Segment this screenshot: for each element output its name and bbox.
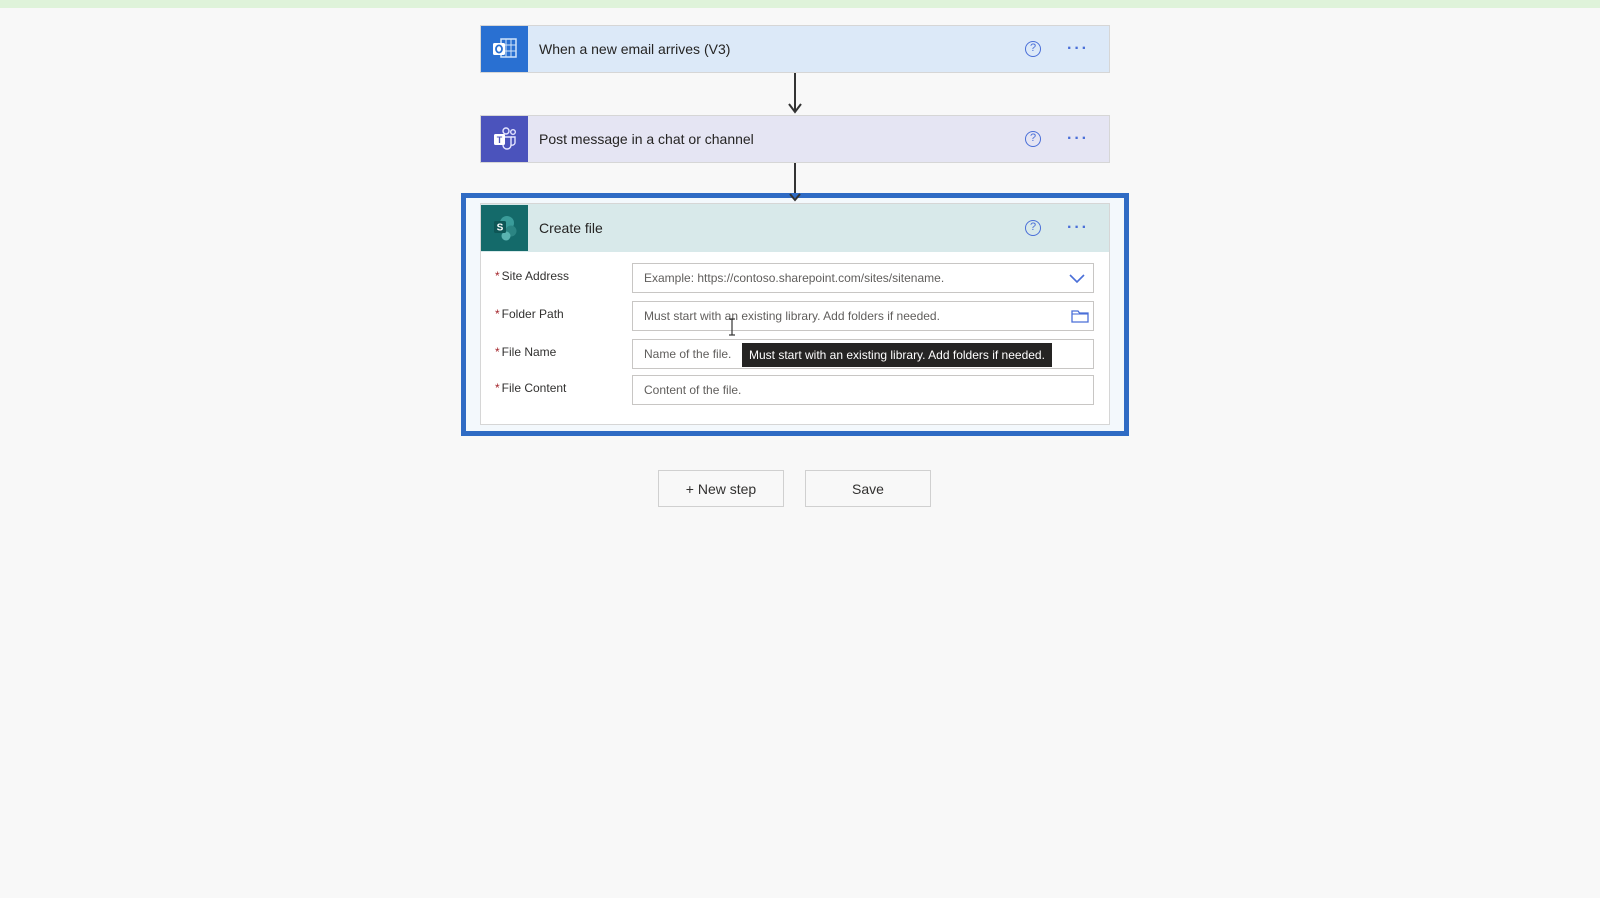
svg-text:S: S [496, 223, 503, 234]
required-marker: * [495, 345, 500, 359]
more-options-icon[interactable]: ··· [1067, 131, 1089, 147]
field-label: * Site Address [495, 269, 569, 283]
more-options-icon[interactable]: ··· [1067, 220, 1089, 236]
step-header[interactable]: S Create file ? ··· [481, 204, 1109, 252]
step-title: Create file [539, 220, 603, 236]
step-card-create-file: S Create file ? ··· *Site Address *Folde… [480, 203, 1110, 425]
step-card-post-message[interactable]: T Post message in a chat or channel ? ··… [480, 115, 1110, 163]
field-folder-path: * Folder Path [481, 301, 1111, 331]
outlook-icon [481, 26, 528, 72]
field-label-text: Folder Path [501, 307, 564, 321]
field-label: * File Content [495, 381, 566, 395]
text-cursor-icon [729, 318, 735, 336]
top-banner-strip [0, 0, 1600, 8]
field-label-text: File Content [501, 381, 567, 395]
field-site-address: * Site Address [481, 263, 1111, 293]
help-icon[interactable]: ? [1025, 131, 1042, 147]
help-icon[interactable]: ? [1025, 220, 1042, 236]
new-step-button[interactable]: + New step [658, 470, 784, 507]
step-card-new-email-trigger[interactable]: When a new email arrives (V3) ? ··· [480, 25, 1110, 73]
sharepoint-icon: S [481, 205, 528, 251]
file-content-input[interactable] [632, 375, 1094, 405]
folder-path-input[interactable] [632, 301, 1094, 331]
connector-arrow-icon [788, 103, 802, 114]
field-label: * Folder Path [495, 307, 564, 321]
save-button[interactable]: Save [805, 470, 931, 507]
step-title: Post message in a chat or channel [539, 131, 754, 147]
step-title: When a new email arrives (V3) [539, 41, 731, 57]
folder-path-tooltip: Must start with an existing library. Add… [742, 343, 1052, 367]
folder-icon[interactable] [1071, 309, 1089, 323]
teams-icon: T [481, 116, 528, 162]
field-file-content: * File Content [481, 375, 1111, 405]
field-label-text: File Name [501, 345, 557, 359]
required-marker: * [495, 381, 500, 395]
required-marker: * [495, 307, 500, 321]
help-icon[interactable]: ? [1025, 41, 1042, 57]
field-label-text: Site Address [501, 269, 570, 283]
svg-text:T: T [496, 135, 502, 145]
required-marker: * [495, 269, 500, 283]
field-label: * File Name [495, 345, 556, 359]
chevron-down-icon[interactable] [1069, 272, 1085, 284]
site-address-input[interactable] [632, 263, 1094, 293]
more-options-icon[interactable]: ··· [1067, 41, 1089, 57]
